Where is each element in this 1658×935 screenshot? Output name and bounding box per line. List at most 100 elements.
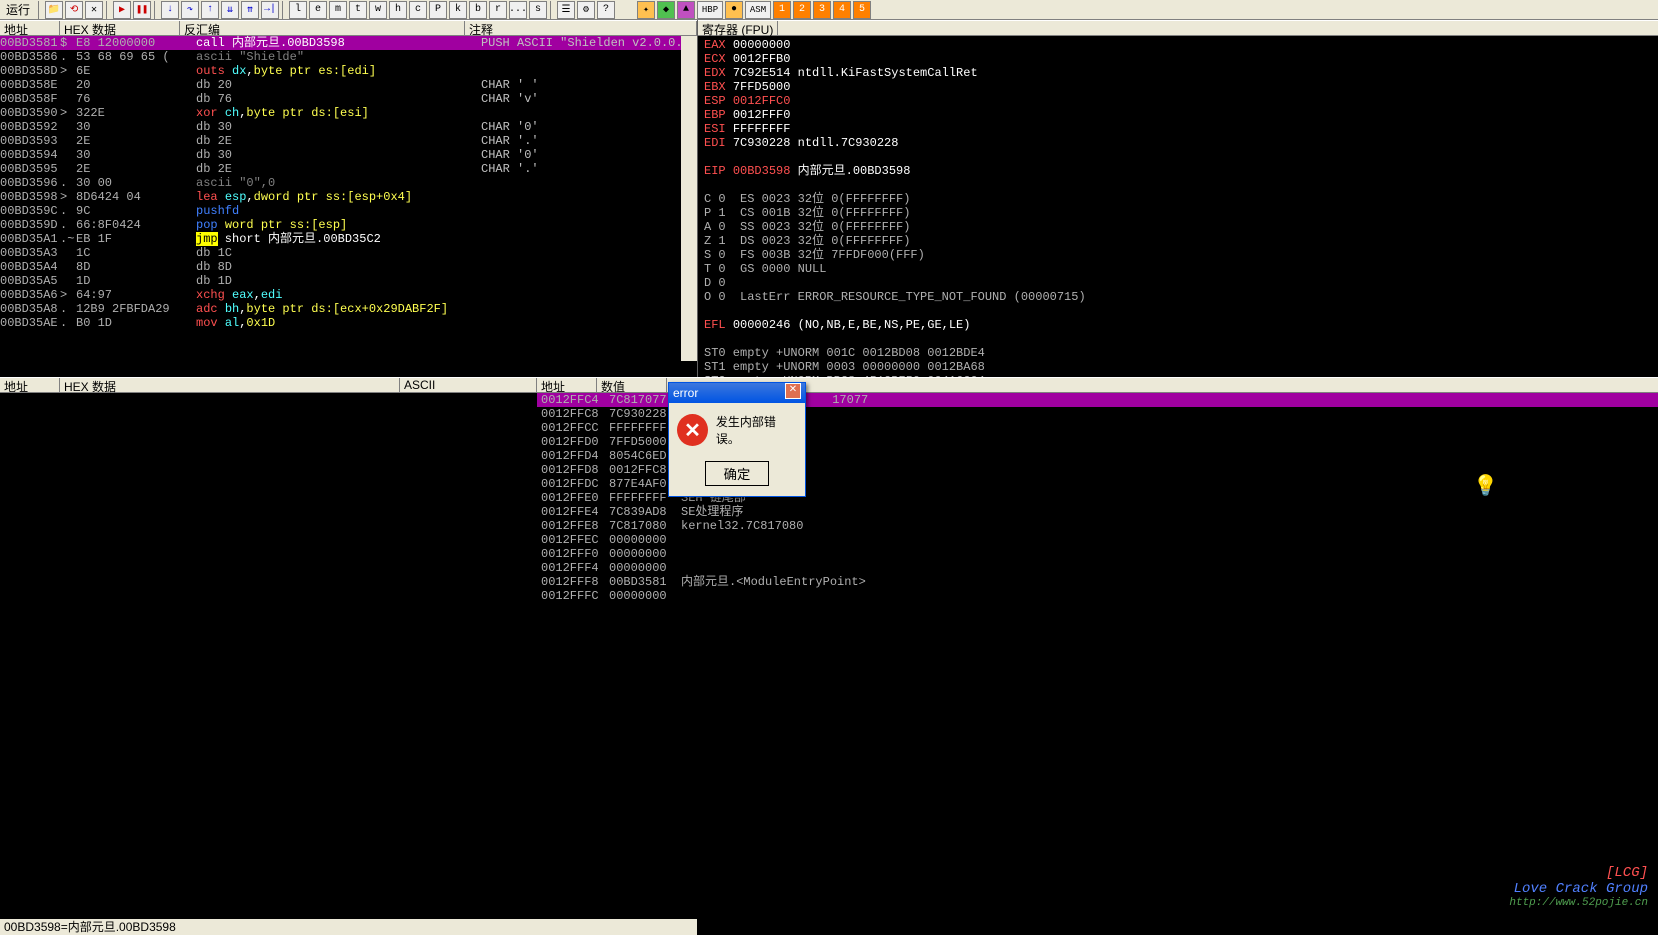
disasm-row[interactable]: 00BD3590> 322Exor ch,byte ptr ds:[esi] bbox=[0, 106, 697, 120]
asm-btn[interactable]: ASM bbox=[745, 1, 771, 19]
win-e-button[interactable]: e bbox=[309, 1, 327, 19]
ok-button[interactable]: 确定 bbox=[705, 461, 770, 486]
register-line[interactable] bbox=[704, 150, 1652, 164]
register-line[interactable]: EFL 00000246 (NO,NB,E,BE,NS,PE,GE,LE) bbox=[704, 318, 1652, 332]
win-m-button[interactable]: m bbox=[329, 1, 347, 19]
num-1-button[interactable]: 1 bbox=[773, 1, 791, 19]
settings-icon[interactable]: ⚙ bbox=[577, 1, 595, 19]
dialog-titlebar[interactable]: error ✕ bbox=[669, 383, 805, 403]
disasm-row[interactable]: 00BD3594 30db 30CHAR '0' bbox=[0, 148, 697, 162]
stack-row[interactable]: 0012FFF800BD3581内部元旦.<ModuleEntryPoint> bbox=[537, 575, 1658, 589]
disasm-row[interactable]: 00BD35A8. 12B9 2FBFDA29adc bh,byte ptr d… bbox=[0, 302, 697, 316]
disasm-row[interactable]: 00BD358E 20db 20CHAR ' ' bbox=[0, 78, 697, 92]
disasm-row[interactable]: 00BD3598> 8D6424 04lea esp,dword ptr ss:… bbox=[0, 190, 697, 204]
register-line[interactable]: ST1 empty +UNORM 0003 00000000 0012BA68 bbox=[704, 360, 1652, 374]
hbp-btn[interactable]: HBP bbox=[697, 1, 723, 19]
help-icon[interactable]: ? bbox=[597, 1, 615, 19]
plugin4-icon[interactable]: ● bbox=[725, 1, 743, 19]
register-line[interactable]: EDX 7C92E514 ntdll.KiFastSystemCallRet bbox=[704, 66, 1652, 80]
disasm-row[interactable]: 00BD35AE. B0 1Dmov al,0x1D bbox=[0, 316, 697, 330]
stack-row[interactable]: 0012FFEC00000000 bbox=[537, 533, 1658, 547]
disasm-row[interactable]: 00BD3592 30db 30CHAR '0' bbox=[0, 120, 697, 134]
register-line[interactable]: EDI 7C930228 ntdll.7C930228 bbox=[704, 136, 1652, 150]
win-s-button[interactable]: s bbox=[529, 1, 547, 19]
win-k-button[interactable]: k bbox=[449, 1, 467, 19]
plugin2-icon[interactable]: ◆ bbox=[657, 1, 675, 19]
step-over-icon[interactable]: ↷ bbox=[181, 1, 199, 19]
register-line[interactable]: ECX 0012FFB0 bbox=[704, 52, 1652, 66]
win-l-button[interactable]: l bbox=[289, 1, 307, 19]
win-b-button[interactable]: b bbox=[469, 1, 487, 19]
disassembly-pane[interactable]: 地址 HEX 数据 反汇编 注释 00BD3581$ E8 12000000ca… bbox=[0, 20, 697, 377]
register-line[interactable]: O 0 LastErr ERROR_RESOURCE_TYPE_NOT_FOUN… bbox=[704, 290, 1652, 304]
open-icon[interactable]: 📁 bbox=[45, 1, 63, 19]
win-h-button[interactable]: h bbox=[389, 1, 407, 19]
plugin3-icon[interactable]: ▲ bbox=[677, 1, 695, 19]
stack-row[interactable]: 0012FFE87C817080kernel32.7C817080 bbox=[537, 519, 1658, 533]
register-line[interactable] bbox=[704, 304, 1652, 318]
num-5-button[interactable]: 5 bbox=[853, 1, 871, 19]
num-4-button[interactable]: 4 bbox=[833, 1, 851, 19]
disasm-status: 00BD3598=内部元旦.00BD3598 bbox=[0, 919, 697, 935]
register-line[interactable]: EBP 0012FFF0 bbox=[704, 108, 1652, 122]
disasm-row[interactable]: 00BD3581$ E8 12000000call 内部元旦.00BD3598P… bbox=[0, 36, 697, 50]
win-...-button[interactable]: ... bbox=[509, 1, 527, 19]
disasm-row[interactable]: 00BD358F 76db 76CHAR 'v' bbox=[0, 92, 697, 106]
trace-into-icon[interactable]: ⇊ bbox=[221, 1, 239, 19]
disasm-row[interactable]: 00BD3586. 53 68 69 65 (ascii "Shielde" bbox=[0, 50, 697, 64]
stack-row[interactable]: 0012FFF000000000 bbox=[537, 547, 1658, 561]
register-line[interactable]: D 0 bbox=[704, 276, 1652, 290]
register-line[interactable]: EAX 00000000 bbox=[704, 38, 1652, 52]
dump-pane[interactable]: 地址 HEX 数据 ASCII bbox=[0, 377, 537, 919]
disasm-row[interactable]: 00BD3596. 30 00ascii "0",0 bbox=[0, 176, 697, 190]
register-line[interactable] bbox=[704, 332, 1652, 346]
register-line[interactable]: S 0 FS 003B 32位 7FFDF000(FFF) bbox=[704, 248, 1652, 262]
num-3-button[interactable]: 3 bbox=[813, 1, 831, 19]
num-2-button[interactable]: 2 bbox=[793, 1, 811, 19]
win-c-button[interactable]: c bbox=[409, 1, 427, 19]
plugin-icon[interactable]: ✦ bbox=[637, 1, 655, 19]
stack-row[interactable]: 0012FFFC00000000 bbox=[537, 589, 1658, 603]
disasm-row[interactable]: 00BD35A6> 64:97xchg eax,edi bbox=[0, 288, 697, 302]
dialog-close-icon[interactable]: ✕ bbox=[785, 383, 801, 399]
win-P-button[interactable]: P bbox=[429, 1, 447, 19]
step-out-icon[interactable]: ↑ bbox=[201, 1, 219, 19]
win-r-button[interactable]: r bbox=[489, 1, 507, 19]
disasm-row[interactable]: 00BD3595 2Edb 2ECHAR '.' bbox=[0, 162, 697, 176]
register-line[interactable]: ESP 0012FFC0 bbox=[704, 94, 1652, 108]
win-w-button[interactable]: w bbox=[369, 1, 387, 19]
disasm-row[interactable]: 00BD3593 2Edb 2ECHAR '.' bbox=[0, 134, 697, 148]
disasm-scrollbar[interactable] bbox=[681, 36, 697, 361]
register-line[interactable]: EIP 00BD3598 内部元旦.00BD3598 bbox=[704, 164, 1652, 178]
register-line[interactable] bbox=[704, 178, 1652, 192]
list-icon[interactable]: ☰ bbox=[557, 1, 575, 19]
disasm-row[interactable]: 00BD35A4 8Ddb 8D bbox=[0, 260, 697, 274]
register-line[interactable]: ST0 empty +UNORM 001C 0012BD08 0012BDE4 bbox=[704, 346, 1652, 360]
trace-over-icon[interactable]: ⇈ bbox=[241, 1, 259, 19]
stack-row[interactable]: 0012FFF400000000 bbox=[537, 561, 1658, 575]
win-t-button[interactable]: t bbox=[349, 1, 367, 19]
disasm-row[interactable]: 00BD359C. 9Cpushfd bbox=[0, 204, 697, 218]
disasm-row[interactable]: 00BD35A1.~EB 1Fjmp short 内部元旦.00BD35C2 bbox=[0, 232, 697, 246]
close-icon[interactable]: ✕ bbox=[85, 1, 103, 19]
register-line[interactable]: A 0 SS 0023 32位 0(FFFFFFFF) bbox=[704, 220, 1652, 234]
register-line[interactable]: T 0 GS 0000 NULL bbox=[704, 262, 1652, 276]
registers-pane[interactable]: 寄存器 (FPU) EAX 00000000ECX 0012FFB0EDX 7C… bbox=[697, 20, 1658, 377]
disasm-row[interactable]: 00BD359D. 66:8F0424pop word ptr ss:[esp] bbox=[0, 218, 697, 232]
disasm-row[interactable]: 00BD358D> 6Eouts dx,byte ptr es:[edi] bbox=[0, 64, 697, 78]
error-dialog: error ✕ ✕ 发生内部错误。 确定 bbox=[668, 382, 806, 497]
pause-icon[interactable]: ❚❚ bbox=[133, 1, 151, 19]
bulb-icon: 💡 bbox=[1473, 473, 1498, 499]
stack-row[interactable]: 0012FFE47C839AD8SE处理程序 bbox=[537, 505, 1658, 519]
restart-icon[interactable]: ⟲ bbox=[65, 1, 83, 19]
register-line[interactable]: C 0 ES 0023 32位 0(FFFFFFFF) bbox=[704, 192, 1652, 206]
disasm-row[interactable]: 00BD35A3 1Cdb 1C bbox=[0, 246, 697, 260]
run-till-icon[interactable]: →| bbox=[261, 1, 279, 19]
register-line[interactable]: ESI FFFFFFFF bbox=[704, 122, 1652, 136]
play-icon[interactable]: ▶ bbox=[113, 1, 131, 19]
register-line[interactable]: Z 1 DS 0023 32位 0(FFFFFFFF) bbox=[704, 234, 1652, 248]
register-line[interactable]: P 1 CS 001B 32位 0(FFFFFFFF) bbox=[704, 206, 1652, 220]
register-line[interactable]: EBX 7FFD5000 bbox=[704, 80, 1652, 94]
step-into-icon[interactable]: ↓ bbox=[161, 1, 179, 19]
disasm-row[interactable]: 00BD35A5 1Ddb 1D bbox=[0, 274, 697, 288]
